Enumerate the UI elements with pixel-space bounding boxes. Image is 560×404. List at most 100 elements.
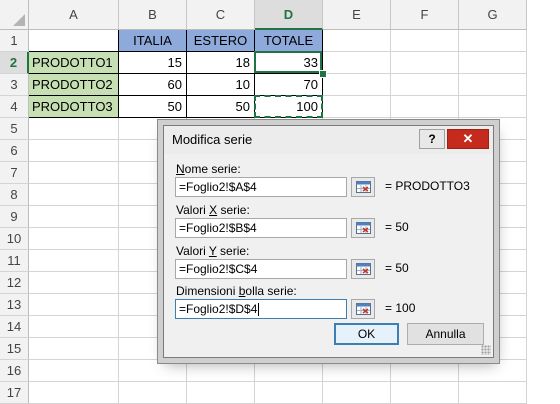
cell-a5[interactable]	[29, 118, 119, 140]
row-header-7[interactable]: 7	[0, 162, 29, 184]
collapse-dialog-button[interactable]	[351, 259, 375, 279]
cell-b16[interactable]	[119, 360, 187, 382]
cell-b2[interactable]: 15	[119, 52, 187, 74]
cell-g2[interactable]	[459, 52, 527, 74]
cell-c3[interactable]: 10	[187, 74, 255, 96]
row-header-9[interactable]: 9	[0, 206, 29, 228]
row-header-6[interactable]: 6	[0, 140, 29, 162]
series-ref-result-1: = PRODOTTO3	[385, 179, 470, 193]
cell-g1[interactable]	[459, 30, 527, 52]
row-header-13[interactable]: 13	[0, 294, 29, 316]
collapse-dialog-button[interactable]	[351, 218, 375, 238]
cell-e3[interactable]	[323, 74, 391, 96]
cell-a15[interactable]	[29, 338, 119, 360]
edit-series-dialog: Modifica serie ? ✕ Nome serie: =Foglio2!$…	[163, 125, 494, 358]
cell-e4[interactable]	[323, 96, 391, 118]
cell-a3[interactable]: PRODOTTO2	[29, 74, 119, 96]
row-header-3[interactable]: 3	[0, 74, 29, 96]
help-button[interactable]: ?	[419, 129, 445, 149]
series-ref-input-1[interactable]: =Foglio2!$A$4	[175, 177, 347, 197]
cell-a13[interactable]	[29, 294, 119, 316]
cell-a14[interactable]	[29, 316, 119, 338]
series-ref-result-3: = 50	[385, 261, 409, 275]
cell-e1[interactable]	[323, 30, 391, 52]
dialog-titlebar[interactable]: Modifica serie ? ✕	[164, 126, 493, 154]
row-header-16[interactable]: 16	[0, 360, 29, 382]
cell-c4[interactable]: 50	[187, 96, 255, 118]
cell-e16[interactable]	[323, 360, 391, 382]
cell-a9[interactable]	[29, 206, 119, 228]
column-header-e[interactable]: E	[323, 0, 391, 30]
series-ref-value: =Foglio2!$B$4	[179, 221, 257, 235]
cell-f17[interactable]	[391, 382, 459, 404]
column-header-b[interactable]: B	[119, 0, 187, 30]
column-header-f[interactable]: F	[391, 0, 459, 30]
column-header-c[interactable]: C	[187, 0, 255, 30]
cell-e2[interactable]	[323, 52, 391, 74]
cell-g16[interactable]	[459, 360, 527, 382]
column-header-g[interactable]: G	[459, 0, 527, 30]
cell-a12[interactable]	[29, 272, 119, 294]
row-header-5[interactable]: 5	[0, 118, 29, 140]
row-header-1[interactable]: 1	[0, 30, 29, 52]
range-select-icon	[356, 303, 371, 315]
collapse-dialog-button[interactable]	[351, 177, 375, 197]
series-ref-input-4[interactable]: =Foglio2!$D$4	[175, 299, 347, 319]
cell-c16[interactable]	[187, 360, 255, 382]
row-header-15[interactable]: 15	[0, 338, 29, 360]
cell-g3[interactable]	[459, 74, 527, 96]
cancel-button[interactable]: Annulla	[407, 323, 484, 345]
cell-g4[interactable]	[459, 96, 527, 118]
row-header-12[interactable]: 12	[0, 272, 29, 294]
row-header-17[interactable]: 17	[0, 382, 29, 404]
select-all-corner[interactable]	[0, 0, 29, 30]
row-header-14[interactable]: 14	[0, 316, 29, 338]
row-header-11[interactable]: 11	[0, 250, 29, 272]
cell-b3[interactable]: 60	[119, 74, 187, 96]
cell-f2[interactable]	[391, 52, 459, 74]
cell-b4[interactable]: 50	[119, 96, 187, 118]
row-header-8[interactable]: 8	[0, 184, 29, 206]
resize-grip[interactable]	[481, 345, 491, 355]
row-header-2[interactable]: 2	[0, 52, 29, 74]
fill-handle[interactable]	[319, 70, 327, 78]
cell-b17[interactable]	[119, 382, 187, 404]
cell-c2[interactable]: 18	[187, 52, 255, 74]
field-label-part: olla serie:	[245, 284, 297, 298]
cell-d17[interactable]	[255, 382, 323, 404]
select-all-triangle-icon	[13, 14, 25, 26]
cell-f16[interactable]	[391, 360, 459, 382]
cell-d16[interactable]	[255, 360, 323, 382]
cell-a6[interactable]	[29, 140, 119, 162]
column-header-d[interactable]: D	[255, 0, 323, 30]
row-header-10[interactable]: 10	[0, 228, 29, 250]
cell-f3[interactable]	[391, 74, 459, 96]
cell-d1[interactable]: TOTALE	[255, 30, 323, 52]
cell-a8[interactable]	[29, 184, 119, 206]
cell-a11[interactable]	[29, 250, 119, 272]
ok-button[interactable]: OK	[334, 323, 399, 345]
cell-e17[interactable]	[323, 382, 391, 404]
cell-b1[interactable]: ITALIA	[119, 30, 187, 52]
cell-a16[interactable]	[29, 360, 119, 382]
cell-f1[interactable]	[391, 30, 459, 52]
field-label-part: N	[176, 162, 185, 176]
close-button[interactable]: ✕	[447, 129, 489, 149]
series-ref-input-2[interactable]: =Foglio2!$B$4	[175, 218, 347, 238]
row-header-4[interactable]: 4	[0, 96, 29, 118]
column-header-a[interactable]: A	[29, 0, 119, 30]
cell-f4[interactable]	[391, 96, 459, 118]
cell-c1[interactable]: ESTERO	[187, 30, 255, 52]
cell-a1[interactable]	[29, 30, 119, 52]
series-ref-input-3[interactable]: =Foglio2!$C$4	[175, 259, 347, 279]
cell-a7[interactable]	[29, 162, 119, 184]
field-label-part: serie:	[216, 244, 250, 258]
collapse-dialog-button[interactable]	[351, 299, 375, 319]
cell-a10[interactable]	[29, 228, 119, 250]
cell-a4[interactable]: PRODOTTO3	[29, 96, 119, 118]
cell-a2[interactable]: PRODOTTO1	[29, 52, 119, 74]
cell-c17[interactable]	[187, 382, 255, 404]
cell-d3[interactable]: 70	[255, 74, 323, 96]
cell-g17[interactable]	[459, 382, 527, 404]
cell-a17[interactable]	[29, 382, 119, 404]
